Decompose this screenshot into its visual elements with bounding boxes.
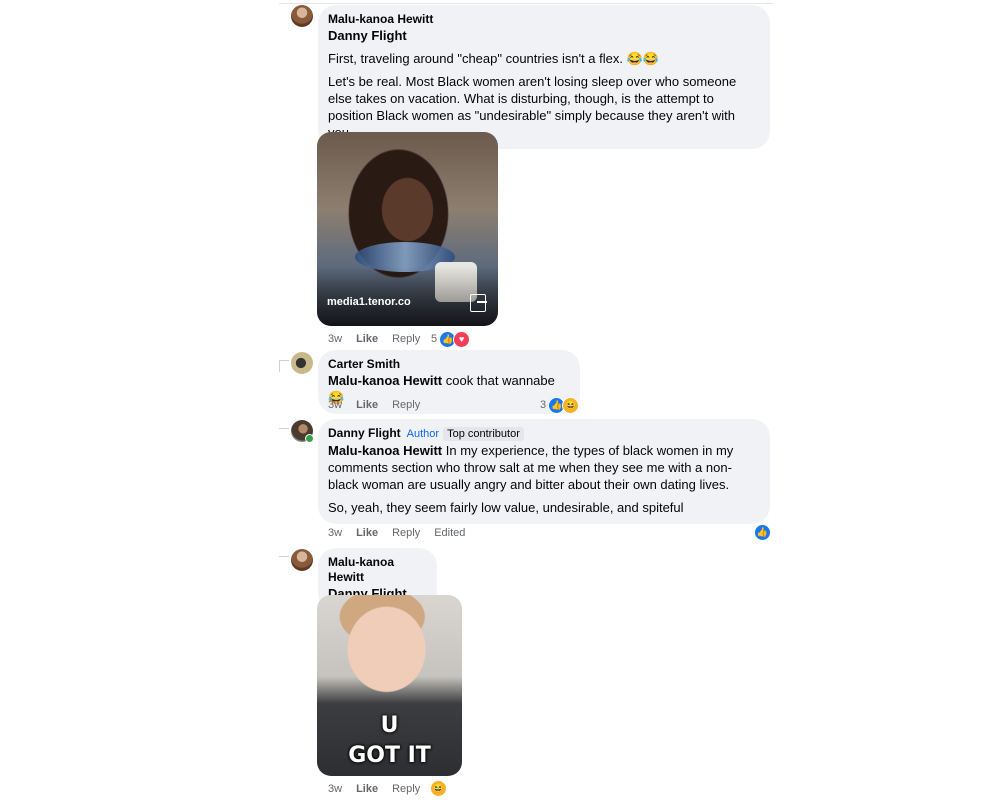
love-icon: ♥ bbox=[453, 330, 471, 348]
comment-bubble: Malu-kanoa Hewitt Danny Flight First, tr… bbox=[318, 5, 770, 149]
top-divider bbox=[279, 3, 774, 4]
author-badge: Author bbox=[406, 428, 440, 440]
comment-time[interactable]: 3w bbox=[328, 399, 342, 411]
comment-bubble: Danny Flight Author Top contributor Malu-k… bbox=[318, 419, 770, 524]
avatar[interactable] bbox=[291, 5, 313, 27]
thread-line bbox=[279, 360, 280, 372]
thread-line bbox=[279, 428, 289, 429]
avatar[interactable] bbox=[291, 352, 313, 374]
like-button[interactable]: Like bbox=[356, 783, 378, 795]
mention-link[interactable]: Malu-kanoa Hewitt bbox=[328, 373, 442, 388]
haha-icon: 😆 bbox=[562, 396, 580, 414]
haha-icon: 😆 bbox=[430, 779, 447, 797]
comment-time[interactable]: 3w bbox=[328, 527, 342, 539]
reaction-summary[interactable]: 😆 bbox=[428, 779, 447, 797]
online-status-dot bbox=[305, 434, 314, 443]
like-button[interactable]: Like bbox=[356, 333, 378, 345]
comment-time[interactable]: 3w bbox=[328, 333, 342, 345]
gif-caption: U bbox=[380, 713, 399, 738]
avatar[interactable] bbox=[291, 549, 313, 571]
comment-author[interactable]: Malu-kanoa Hewitt bbox=[328, 555, 425, 585]
comment-author-line: Danny Flight Author Top contributor bbox=[328, 426, 758, 442]
reply-button[interactable]: Reply bbox=[392, 527, 420, 539]
reply-button[interactable]: Reply bbox=[392, 333, 420, 345]
gif-attachment[interactable]: media1.tenor.co bbox=[317, 132, 498, 326]
open-external-icon[interactable] bbox=[470, 294, 487, 312]
comment-actions: 3w Like Reply Edited bbox=[328, 526, 465, 540]
reply-button[interactable]: Reply bbox=[392, 783, 420, 795]
like-button[interactable]: Like bbox=[356, 399, 378, 411]
gif-caption: GOT IT bbox=[348, 743, 431, 768]
edited-label: Edited bbox=[434, 527, 466, 539]
mention-link[interactable]: Danny Flight bbox=[328, 28, 407, 43]
gif-attachment[interactable]: U GOT IT bbox=[317, 595, 462, 776]
gif-source-label[interactable]: media1.tenor.co bbox=[327, 296, 411, 308]
top-contributor-badge: Top contributor bbox=[443, 427, 524, 441]
thread-line bbox=[279, 556, 289, 557]
comment-author[interactable]: Carter Smith bbox=[328, 357, 568, 372]
comment-actions: 3w Like Reply bbox=[328, 398, 420, 412]
comment-author[interactable]: Danny Flight bbox=[328, 426, 401, 440]
comment-author[interactable]: Malu-kanoa Hewitt bbox=[328, 12, 758, 27]
comment-time[interactable]: 3w bbox=[328, 783, 342, 795]
reaction-count: 3 bbox=[540, 399, 547, 411]
comment-text: First, traveling around "cheap" countrie… bbox=[328, 51, 659, 66]
reaction-summary[interactable]: 5 👍 ♥ bbox=[431, 330, 471, 348]
reply-button[interactable]: Reply bbox=[392, 399, 420, 411]
reaction-summary[interactable]: 3 👍 😆 bbox=[540, 396, 580, 414]
comment-actions: 3w Like Reply bbox=[328, 332, 420, 346]
comment-actions: 3w Like Reply bbox=[328, 782, 420, 796]
mention-link[interactable]: Malu-kanoa Hewitt bbox=[328, 443, 442, 458]
like-button[interactable]: Like bbox=[356, 527, 378, 539]
comment-text: So, yeah, they seem fairly low value, un… bbox=[328, 500, 684, 515]
comment-text: Let's be real. Most Black women aren't l… bbox=[328, 74, 737, 140]
reaction-summary[interactable]: 👍 bbox=[752, 523, 771, 541]
reaction-count: 5 bbox=[431, 333, 438, 345]
thread-line bbox=[279, 360, 289, 361]
like-icon: 👍 bbox=[754, 523, 771, 541]
